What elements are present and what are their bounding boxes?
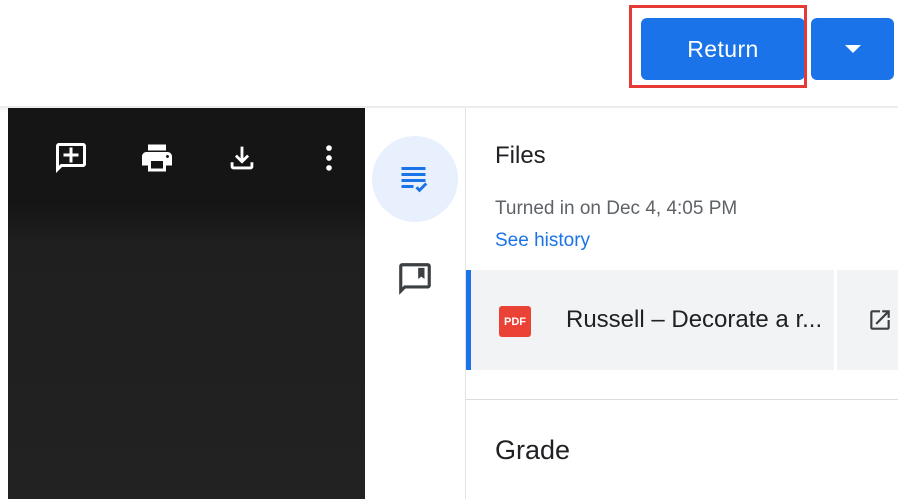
return-options-dropdown-button[interactable] <box>811 18 894 80</box>
print-icon[interactable] <box>138 139 176 177</box>
caret-down-icon <box>844 45 861 53</box>
rail-private-comment-tab[interactable] <box>393 257 437 301</box>
open-in-new-icon <box>870 310 890 330</box>
files-tab-icon <box>401 167 428 193</box>
see-history-link[interactable]: See history <box>495 230 590 252</box>
open-in-new-tab-button[interactable] <box>837 270 898 370</box>
file-name[interactable]: Russell – Decorate a r... <box>566 306 836 334</box>
files-heading: Files <box>495 142 546 169</box>
rail-files-tab[interactable] <box>372 136 458 222</box>
private-comment-icon <box>399 263 431 295</box>
return-button-highlight <box>629 5 807 88</box>
pdf-file-icon: PDF <box>499 306 531 337</box>
turned-in-status: Turned in on Dec 4, 4:05 PM <box>495 198 738 219</box>
more-vert-icon[interactable] <box>310 139 348 177</box>
grade-heading: Grade <box>495 435 571 465</box>
section-divider <box>466 399 898 400</box>
add-comment-icon[interactable] <box>52 139 90 177</box>
download-icon[interactable] <box>223 139 261 177</box>
